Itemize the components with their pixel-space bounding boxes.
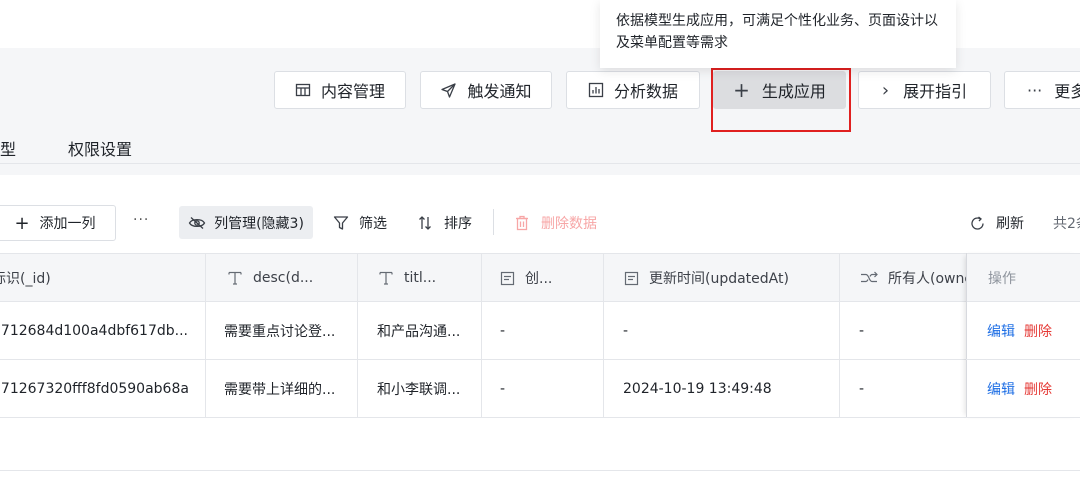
trigger-notification-label: 触发通知 <box>467 82 532 101</box>
trash-icon <box>515 215 529 231</box>
header-id[interactable]: 标识(_id) <box>0 254 202 302</box>
cell-owner: - <box>859 322 865 339</box>
header-updated-label: 更新时间(updatedAt) <box>649 271 789 287</box>
refresh-label: 刷新 <box>996 216 1024 232</box>
doc-field-icon <box>500 271 515 286</box>
more-label: 更多 <box>1054 82 1080 101</box>
relation-icon <box>860 271 878 285</box>
tooltip-line-1: 依据模型生成应用，可满足个性化业务、页面设计以 <box>616 13 938 29</box>
refresh-button[interactable]: 刷新 <box>969 213 1024 233</box>
filter-button[interactable]: 筛选 <box>333 213 387 233</box>
cell-created: - <box>500 380 506 397</box>
table-row[interactable]: 671267320fff8fd0590ab68a 需要带上详细的... 和小李联… <box>0 360 1080 418</box>
more-actions-button[interactable]: ··· <box>133 212 149 228</box>
cell-updated: 2024-10-19 13:49:48 <box>623 380 772 397</box>
eye-off-icon <box>188 216 206 230</box>
header-owner-label: 所有人(owner) <box>888 271 966 287</box>
cell-id: 671267320fff8fd0590ab68a <box>0 380 189 397</box>
cell-desc: 需要带上详细的... <box>224 381 336 398</box>
content-management-button[interactable]: 内容管理 <box>274 71 406 109</box>
total-count: 共2条 <box>1053 216 1080 232</box>
cell-title: 和产品沟通... <box>377 323 461 340</box>
cell-id: 6712684d100a4dbf617db... <box>0 322 188 339</box>
highlight-annotation <box>711 68 851 132</box>
generate-app-tooltip: 依据模型生成应用，可满足个性化业务、页面设计以 及菜单配置等需求 <box>600 0 956 68</box>
plus-icon: + <box>14 212 30 234</box>
add-column-label: 添加一列 <box>39 216 96 232</box>
sort-button[interactable]: 排序 <box>418 213 472 233</box>
sort-label: 排序 <box>444 216 472 232</box>
send-icon <box>440 82 457 99</box>
table-bottom-divider <box>0 470 1080 471</box>
table-row[interactable]: 6712684d100a4dbf617db... 需要重点讨论登... 和产品沟… <box>0 302 1080 360</box>
toolbar-divider <box>493 209 494 235</box>
header-desc-label: desc(d... <box>253 270 314 286</box>
expand-guide-button[interactable]: › 展开指引 <box>858 71 991 109</box>
tab-permission-settings[interactable]: 权限设置 <box>68 136 132 160</box>
text-type-icon <box>227 270 243 286</box>
header-owner[interactable]: 所有人(owner) <box>860 254 966 302</box>
header-title-label: titl... <box>404 270 437 286</box>
chevron-right-icon: › <box>881 79 890 101</box>
actions-column-shadow <box>966 253 1080 418</box>
delete-data-button[interactable]: 删除数据 <box>515 213 597 233</box>
header-id-label: 标识(_id) <box>0 271 51 287</box>
filter-label: 筛选 <box>359 216 387 232</box>
analyze-data-button[interactable]: 分析数据 <box>566 71 700 109</box>
delete-data-label: 删除数据 <box>541 216 597 232</box>
tooltip-line-2: 及菜单配置等需求 <box>616 35 728 51</box>
tab-model[interactable]: 模型 <box>0 136 16 160</box>
cell-desc: 需要重点讨论登... <box>224 323 336 340</box>
doc-field-icon <box>624 271 639 286</box>
cell-created: - <box>500 322 506 339</box>
text-type-icon <box>378 270 394 286</box>
trigger-notification-button[interactable]: 触发通知 <box>420 71 552 109</box>
add-column-button[interactable]: + 添加一列 <box>0 205 116 241</box>
header-title[interactable]: titl... <box>378 254 478 302</box>
table-header: 标识(_id) desc(d... titl... 创... 更新时间(upda… <box>0 253 1080 302</box>
cell-owner: - <box>859 380 865 397</box>
column-management-button[interactable]: 列管理(隐藏3) <box>179 206 313 239</box>
column-management-label: 列管理(隐藏3) <box>214 215 304 232</box>
header-created[interactable]: 创... <box>500 254 600 302</box>
header-created-label: 创... <box>525 271 553 287</box>
analyze-data-label: 分析数据 <box>613 82 678 101</box>
content-management-label: 内容管理 <box>320 82 385 101</box>
more-button[interactable]: ··· 更多 <box>1004 71 1080 109</box>
expand-guide-label: 展开指引 <box>903 82 968 101</box>
cell-title: 和小李联调... <box>377 381 461 398</box>
table-layout-icon <box>295 82 311 98</box>
header-updated[interactable]: 更新时间(updatedAt) <box>624 254 834 302</box>
more-dots-icon: ··· <box>1027 80 1043 100</box>
cell-updated: - <box>623 322 629 339</box>
refresh-icon <box>969 215 986 232</box>
tabs-divider <box>0 163 1080 164</box>
header-desc[interactable]: desc(d... <box>227 254 352 302</box>
sort-icon <box>418 215 432 231</box>
chart-icon <box>588 82 604 98</box>
filter-icon <box>333 215 349 231</box>
